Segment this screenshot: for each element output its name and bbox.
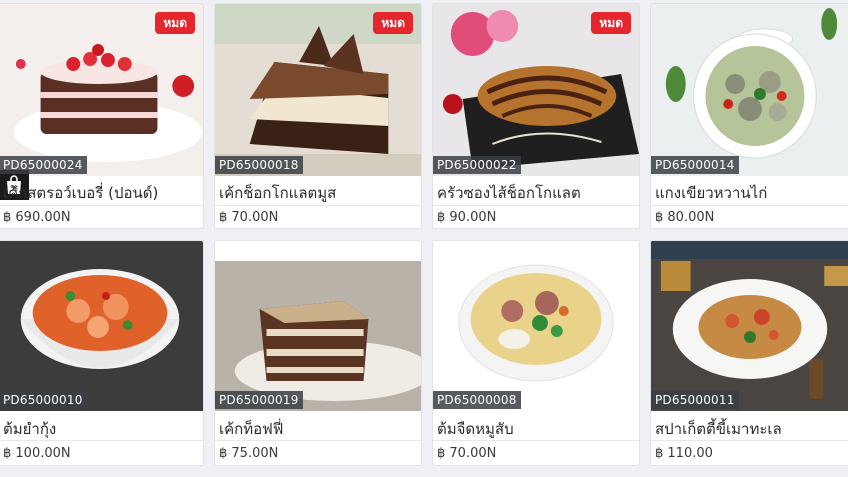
product-name: ครัวซองไส้ช็อกโกแลต bbox=[437, 184, 581, 202]
sold-out-badge: หมด bbox=[373, 12, 413, 34]
product-card[interactable]: หมด % PD65000024 เค้กสตรอว์เบอรี่ (ปอนด์… bbox=[0, 3, 204, 229]
product-price: ฿ 690.00N bbox=[3, 210, 71, 225]
product-price: ฿ 80.00N bbox=[655, 210, 715, 225]
divider bbox=[433, 205, 639, 206]
divider bbox=[651, 205, 848, 206]
product-card[interactable]: PD65000014 แกงเขียวหวานไก่ ฿ 80.00N bbox=[650, 3, 848, 229]
product-code: PD65000019 bbox=[215, 391, 303, 409]
product-card[interactable]: PD65000010 ต้มยำกุ้ง ฿ 100.00N bbox=[0, 240, 204, 466]
tom-yum-image bbox=[0, 241, 203, 411]
product-code: PD65000024 bbox=[0, 156, 87, 174]
green-curry-image bbox=[651, 4, 848, 176]
product-price: ฿ 110.00 bbox=[655, 446, 713, 461]
product-price: ฿ 90.00N bbox=[437, 210, 497, 225]
product-price: ฿ 100.00N bbox=[3, 446, 71, 461]
divider bbox=[0, 440, 203, 441]
product-name: ต้มยำกุ้ง bbox=[3, 420, 57, 438]
product-name: แกงเขียวหวานไก่ bbox=[655, 184, 768, 202]
divider bbox=[215, 440, 421, 441]
toffee-cake-image bbox=[215, 241, 421, 411]
product-code: PD65000018 bbox=[215, 156, 303, 174]
spaghetti-image bbox=[651, 241, 848, 411]
divider bbox=[651, 440, 848, 441]
clear-soup-image bbox=[433, 241, 639, 411]
product-name: เค้กสตรอว์เบอรี่ (ปอนด์) bbox=[3, 184, 159, 202]
product-code: PD65000008 bbox=[433, 391, 521, 409]
product-code: PD65000010 bbox=[0, 391, 87, 409]
divider bbox=[215, 205, 421, 206]
product-card[interactable]: หมด PD65000018 เค้กช็อกโกแลตมูส ฿ 70.00N bbox=[214, 3, 422, 229]
product-name: ต้มจืดหมูสับ bbox=[437, 420, 514, 438]
divider bbox=[0, 205, 203, 206]
sold-out-badge: หมด bbox=[155, 12, 195, 34]
product-code: PD65000014 bbox=[651, 156, 739, 174]
sold-out-badge: หมด bbox=[591, 12, 631, 34]
product-card[interactable]: PD65000019 เค้กท็อฟฟี่ ฿ 75.00N bbox=[214, 240, 422, 466]
product-card[interactable]: หมด PD65000022 ครัวซองไส้ช็อกโกแลต ฿ 90.… bbox=[432, 3, 640, 229]
product-code: PD65000011 bbox=[651, 391, 739, 409]
divider bbox=[433, 440, 639, 441]
product-code: PD65000022 bbox=[433, 156, 521, 174]
product-name: สปาเก็ตตี้ขี้เมาทะเล bbox=[655, 420, 782, 438]
product-price: ฿ 70.00N bbox=[219, 210, 279, 225]
product-card[interactable]: PD65000011 สปาเก็ตตี้ขี้เมาทะเล ฿ 110.00 bbox=[650, 240, 848, 466]
product-name: เค้กท็อฟฟี่ bbox=[219, 420, 284, 438]
product-price: ฿ 70.00N bbox=[437, 446, 497, 461]
product-card[interactable]: PD65000008 ต้มจืดหมูสับ ฿ 70.00N bbox=[432, 240, 640, 466]
product-price: ฿ 75.00N bbox=[219, 446, 279, 461]
product-name: เค้กช็อกโกแลตมูส bbox=[219, 184, 337, 202]
